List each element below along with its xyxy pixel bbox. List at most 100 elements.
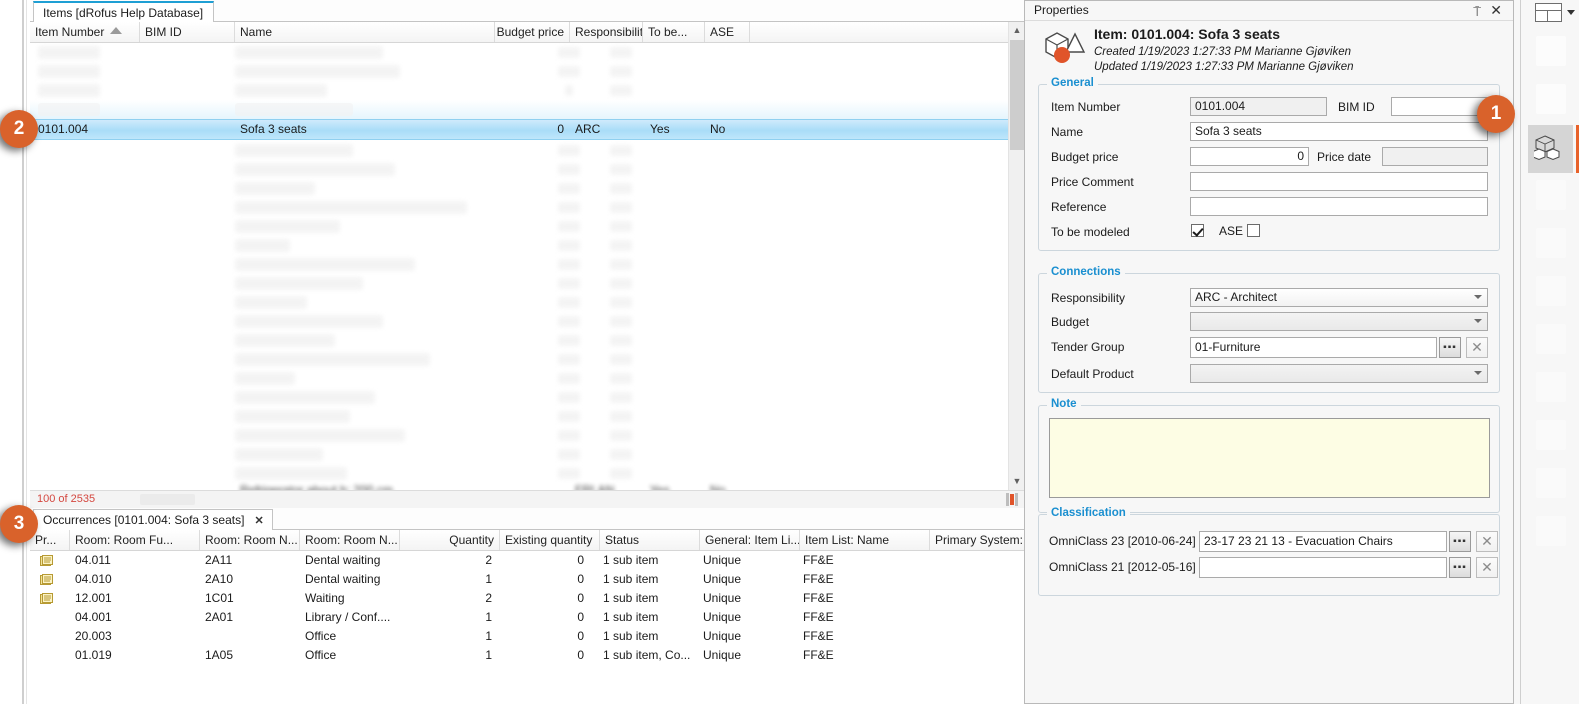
pin-icon[interactable]: ⍑ (1473, 4, 1481, 20)
occurrence-row[interactable]: 20.003Office101 sub itemUniqueFF&E (30, 627, 1024, 646)
rail-panel-slot-11[interactable] (1528, 509, 1573, 557)
table-row[interactable] (30, 81, 1008, 100)
table-row[interactable] (30, 179, 1008, 198)
scrollbar-thumb[interactable] (1010, 40, 1024, 150)
price-date-field[interactable] (1382, 147, 1488, 166)
table-row[interactable] (30, 293, 1008, 312)
cell-name: Sofa 3 seats (235, 120, 495, 139)
budget-select[interactable] (1190, 312, 1488, 331)
occurrence-cell-status: 1 sub item (598, 589, 698, 608)
name-field[interactable]: Sofa 3 seats (1190, 122, 1488, 141)
tender-group-clear-button[interactable]: ✕ (1466, 337, 1488, 358)
rail-panel-slot-8[interactable] (1528, 365, 1573, 413)
occurrences-grid-body[interactable]: 04.0112A11Dental waiting201 sub itemUniq… (30, 551, 1024, 704)
occurrence-row[interactable]: 04.0112A11Dental waiting201 sub itemUniq… (30, 551, 1024, 570)
table-row[interactable] (30, 407, 1008, 426)
to-be-modeled-checkbox[interactable] (1191, 224, 1204, 237)
occurrence-row[interactable]: 12.0011C01Waiting201 sub itemUniqueFF&E (30, 589, 1024, 608)
scroll-up-icon[interactable]: ▲ (1009, 22, 1025, 39)
omniclass-21-browse-button[interactable]: ▪▪▪ (1449, 557, 1471, 578)
occurrence-cell-quantity: 1 (400, 608, 498, 627)
occurrence-row[interactable]: 01.0191A05Office101 sub item, Co...Uniqu… (30, 646, 1024, 665)
default-product-select[interactable] (1190, 364, 1488, 383)
table-row[interactable] (30, 426, 1008, 445)
column-header-room-function[interactable]: Room: Room Fu... (70, 530, 200, 550)
occurrence-row[interactable]: 04.0012A01Library / Conf....101 sub item… (30, 608, 1024, 627)
column-header-primary-system[interactable]: Primary System: Number (930, 530, 1024, 550)
close-icon[interactable]: ✕ (254, 514, 263, 529)
table-row[interactable] (30, 312, 1008, 331)
close-icon[interactable]: ✕ (1490, 2, 1502, 19)
column-header-pr[interactable]: Pr... (30, 530, 70, 550)
column-header-status[interactable]: Status (600, 530, 700, 550)
tender-group-browse-button[interactable]: ▪▪▪ (1439, 337, 1461, 358)
chevron-down-icon[interactable] (1567, 10, 1575, 15)
rail-panel-slot-1[interactable] (1528, 29, 1573, 77)
price-comment-field[interactable] (1190, 172, 1488, 191)
reference-field[interactable] (1190, 197, 1488, 216)
item-number-field[interactable]: 0101.004 (1190, 97, 1327, 116)
rail-panel-slot-2[interactable] (1528, 77, 1573, 125)
rail-panel-slot-4[interactable] (1528, 173, 1573, 221)
table-row[interactable] (30, 255, 1008, 274)
table-row[interactable] (30, 62, 1008, 81)
occurrence-cell-existing-quantity: 0 (500, 551, 590, 570)
column-header-ase[interactable]: ASE (705, 22, 750, 42)
items-grid-body[interactable]: 0101.004 Sofa 3 seats 0 ARC Yes No (30, 43, 1008, 490)
annotation-badge-2: 2 (0, 110, 38, 148)
table-row[interactable] (30, 100, 1008, 119)
column-header-room-name[interactable]: Room: Room N... (300, 530, 400, 550)
rail-panel-slot-9[interactable] (1528, 413, 1573, 461)
table-row[interactable] (30, 331, 1008, 350)
table-row[interactable] (30, 160, 1008, 179)
table-row-selected[interactable]: 0101.004 Sofa 3 seats 0 ARC Yes No (30, 119, 1008, 140)
rail-panel-slot-7[interactable] (1528, 317, 1573, 365)
occurrence-row[interactable]: 04.0102A10Dental waiting101 sub itemUniq… (30, 570, 1024, 589)
occurrence-cell-room-function: 12.001 (70, 589, 190, 608)
table-row[interactable] (30, 369, 1008, 388)
column-header-item-number[interactable]: Item Number (30, 22, 140, 42)
table-row[interactable] (30, 141, 1008, 160)
items-vertical-scrollbar[interactable]: ▲ ▼ (1008, 22, 1024, 490)
omniclass-21-field[interactable] (1199, 557, 1447, 578)
rail-panel-slot-5[interactable] (1528, 221, 1573, 269)
tab-items[interactable]: Items [dRofus Help Database] (33, 1, 214, 22)
grid-layout-icon[interactable] (1535, 3, 1562, 22)
scroll-down-icon[interactable]: ▼ (1009, 473, 1025, 490)
properties-titlebar: Properties ⍑ ✕ (1025, 1, 1513, 21)
column-header-bim-id[interactable]: BIM ID (140, 22, 235, 42)
column-header-to-be-modeled[interactable]: To be... (643, 22, 705, 42)
table-row[interactable] (30, 43, 1008, 62)
rail-panel-slot-6[interactable] (1528, 269, 1573, 317)
omniclass-21-clear-button[interactable]: ✕ (1476, 557, 1498, 578)
table-row[interactable] (30, 274, 1008, 293)
column-header-name[interactable]: Name (235, 22, 495, 42)
column-header-budget-price[interactable]: Budget price (495, 22, 570, 42)
filter-icon[interactable] (1006, 493, 1018, 506)
layout-chooser[interactable] (1535, 3, 1575, 25)
omniclass-23-clear-button[interactable]: ✕ (1476, 531, 1498, 552)
table-row[interactable] (30, 388, 1008, 407)
column-header-room-number[interactable]: Room: Room N... (200, 530, 300, 550)
table-row-partial[interactable]: Refrigerator about h: 200 cm FRLAN Yes N… (30, 481, 1008, 490)
ase-checkbox[interactable] (1247, 224, 1260, 237)
column-header-general-item-list[interactable]: General: Item Li... (700, 530, 800, 550)
budget-price-field[interactable]: 0 (1190, 147, 1309, 166)
column-header-responsibility[interactable]: Responsibility (570, 22, 643, 42)
column-header-existing-quantity[interactable]: Existing quantity (500, 530, 600, 550)
tender-group-field[interactable]: 01-Furniture (1190, 337, 1437, 358)
omniclass-23-field[interactable]: 23-17 23 21 13 - Evacuation Chairs (1199, 531, 1447, 552)
rail-panel-slot-items[interactable] (1528, 125, 1573, 173)
rail-panel-slot-10[interactable] (1528, 461, 1573, 509)
table-row[interactable] (30, 217, 1008, 236)
table-row[interactable] (30, 350, 1008, 369)
column-header-item-list-name[interactable]: Item List: Name (800, 530, 930, 550)
table-row[interactable] (30, 198, 1008, 217)
table-row[interactable] (30, 236, 1008, 255)
note-textarea[interactable] (1049, 418, 1490, 498)
tab-occurrences[interactable]: Occurrences [0101.004: Sofa 3 seats]✕ (33, 509, 273, 530)
responsibility-select[interactable]: ARC - Architect (1190, 288, 1488, 307)
omniclass-23-browse-button[interactable]: ▪▪▪ (1449, 531, 1471, 552)
table-row[interactable] (30, 445, 1008, 464)
column-header-quantity[interactable]: Quantity (400, 530, 500, 550)
